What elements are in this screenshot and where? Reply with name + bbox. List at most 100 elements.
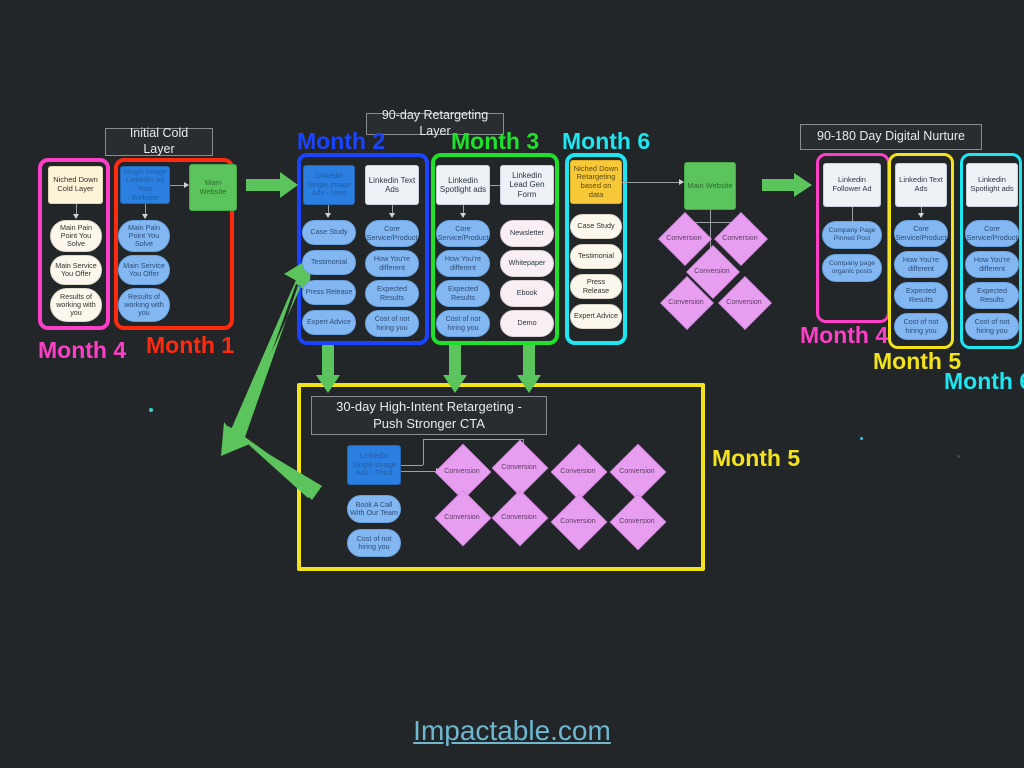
node-linkedin-text-ads-nurture[interactable]: Linkedin Text Ads	[895, 163, 947, 207]
connector-arrow-icon	[918, 213, 924, 218]
node-expected-results-nurture-m5[interactable]: Expected Results	[894, 282, 948, 309]
node-label: Linkedin Single Image Ads - User	[307, 171, 351, 198]
node-label: Linkedin Text Ads	[368, 175, 416, 194]
node-label: Testimonial	[578, 251, 614, 261]
node-main-pain-point-you-solve-blue[interactable]: Main Pain Point You Solve	[118, 220, 170, 252]
node-label: Core Service/Product	[366, 224, 418, 242]
month-label-month-6-left: Month 6	[562, 128, 651, 154]
month-label-month-6-right: Month 6	[944, 368, 1024, 394]
node-expected-results-m2[interactable]: Expected Results	[365, 280, 419, 307]
node-newsletter[interactable]: Newsletter	[500, 220, 554, 247]
node-main-website-m6[interactable]: Main Website	[684, 162, 736, 210]
node-press-release-m6[interactable]: Press Release	[570, 274, 622, 299]
node-label: Newsletter	[510, 228, 544, 238]
connector-line	[423, 439, 523, 440]
node-results-of-working-with-you[interactable]: Results of working with you	[50, 288, 102, 322]
node-label: Cost of not hiring you	[356, 533, 392, 551]
node-label: Press Release	[305, 287, 353, 297]
node-ebook[interactable]: Ebook	[500, 280, 554, 307]
node-main-pain-point-you-solve[interactable]: Main Pain Point You Solve	[50, 220, 102, 252]
node-label: Linkedin Single Image Ads - Third	[352, 451, 396, 478]
node-testimonial[interactable]: Testimonial	[302, 250, 356, 275]
node-core-service-product-nurture-m6[interactable]: Core Service/Product	[965, 220, 1019, 247]
node-label: Case Study	[310, 227, 348, 237]
month-label-month-4-left: Month 4	[38, 337, 127, 363]
connector-arrow-icon	[73, 214, 79, 219]
node-single-image-linkedin-ad[interactable]: Single Image Linkedin ad Your Website	[120, 166, 170, 204]
node-label: Single Image Linkedin ad Your Website	[123, 166, 167, 202]
node-label: Niched Down Cold Layer	[53, 175, 98, 193]
connector-arrow-icon	[460, 213, 466, 218]
node-label: Core Service/Product	[966, 224, 1018, 242]
connector-arrow-icon	[325, 213, 331, 218]
connector-line	[423, 439, 424, 465]
node-how-youre-different-m2[interactable]: How You're different	[365, 250, 419, 277]
node-linkedin-spotlight-ads-m3[interactable]: Linkedin Spotlight ads	[436, 165, 490, 205]
node-niched-down-cold-layer[interactable]: Niched Down Cold Layer	[48, 166, 103, 204]
node-label: Book A Call With Our Team	[350, 499, 398, 517]
node-label: Main Pain Point You Solve	[60, 222, 92, 249]
node-cost-of-not-hiring-you-bottom[interactable]: Cost of not hiring you	[347, 529, 401, 557]
caption-initial-cold-layer: Initial Cold Layer	[105, 126, 213, 156]
node-label: Results of working with you	[56, 291, 96, 318]
node-main-service-you-offer-blue[interactable]: Main Service You Offer	[118, 255, 170, 285]
flow-arrow-m2-down	[316, 345, 340, 393]
node-press-release[interactable]: Press Release	[302, 280, 356, 305]
node-core-service-product-nurture-m5[interactable]: Core Service/Product	[894, 220, 948, 247]
node-cost-of-not-hiring-you-nurture-m6[interactable]: Cost of not hiring you	[965, 313, 1019, 340]
node-linkedin-text-ads-m2[interactable]: Linkedin Text Ads	[365, 165, 419, 205]
node-label: How You're different	[973, 255, 1011, 273]
node-expected-results-nurture-m6[interactable]: Expected Results	[965, 282, 1019, 309]
node-core-service-product-m3[interactable]: Core Service/Product	[436, 220, 490, 247]
flow-arrow-m6-down	[517, 345, 541, 393]
node-case-study-m6[interactable]: Case Study	[570, 214, 622, 239]
node-linkedin-spotlight-ads-nurture[interactable]: Linkedin Spotlight ads	[966, 163, 1018, 207]
node-label: How You're different	[444, 254, 482, 272]
node-linkedin-single-image-ads-third[interactable]: Linkedin Single Image Ads - Third	[347, 445, 401, 485]
node-expert-advice[interactable]: Expert Advice	[302, 310, 356, 335]
node-linkedin-follower-ad[interactable]: Linkedin Follower Ad	[823, 163, 881, 207]
footer: Impactable.com	[0, 715, 1024, 747]
node-main-website-cold[interactable]: Main Website	[189, 164, 237, 211]
node-label: Results of working with you	[124, 291, 164, 318]
node-company-page-organic-posts[interactable]: Company page organic posts	[822, 254, 882, 282]
node-how-youre-different-nurture-m6[interactable]: How You're different	[965, 251, 1019, 278]
node-label: Linkedin Spotlight ads	[970, 175, 1014, 193]
month-label-month-5-bottom: Month 5	[712, 445, 801, 471]
node-testimonial-m6[interactable]: Testimonial	[570, 244, 622, 269]
node-niched-down-retargeting-based-on-data[interactable]: Niched Down Retargeting based on data	[570, 160, 622, 204]
decor-dot-3	[957, 455, 960, 458]
node-how-youre-different-m3[interactable]: How You're different	[436, 250, 490, 277]
footer-link-impactable[interactable]: Impactable.com	[413, 715, 611, 746]
node-label: Cost of not hiring you	[903, 317, 939, 335]
month-label-month-4-right: Month 4	[800, 322, 889, 348]
node-core-service-product-m2[interactable]: Core Service/Product	[365, 220, 419, 247]
node-label: Demo	[517, 318, 537, 328]
node-label: Niched Down Retargeting based on data	[573, 163, 619, 199]
node-label: Ebook	[516, 288, 538, 298]
node-cost-of-not-hiring-you-nurture-m5[interactable]: Cost of not hiring you	[894, 313, 948, 340]
node-linkedin-lead-gen-form[interactable]: Linkedin Lead Gen Form	[500, 165, 554, 205]
node-label: Main Service You Offer	[55, 260, 97, 278]
node-expected-results-m3[interactable]: Expected Results	[436, 280, 490, 307]
node-cost-of-not-hiring-you-m2[interactable]: Cost of not hiring you	[365, 310, 419, 337]
caption-90-180-day-digital-nurture: 90-180 Day Digital Nurture	[800, 124, 982, 150]
node-expert-advice-m6[interactable]: Expert Advice	[570, 304, 622, 329]
node-company-page-pinned-post[interactable]: Company Page Pinned Post	[822, 221, 882, 249]
caption-text: Initial Cold Layer	[129, 126, 189, 156]
connector-line	[710, 210, 711, 222]
node-case-study[interactable]: Case Study	[302, 220, 356, 245]
node-label: Whitepaper	[508, 258, 546, 268]
node-label: How You're different	[902, 255, 940, 273]
node-main-service-you-offer[interactable]: Main Service You Offer	[50, 255, 102, 285]
node-whitepaper[interactable]: Whitepaper	[500, 250, 554, 277]
node-demo[interactable]: Demo	[500, 310, 554, 337]
node-label: Cost of not hiring you	[374, 314, 410, 332]
node-results-of-working-with-you-blue[interactable]: Results of working with you	[118, 288, 170, 322]
node-cost-of-not-hiring-you-m3[interactable]: Cost of not hiring you	[436, 310, 490, 337]
node-label: Linkedin Spotlight ads	[439, 175, 487, 194]
node-how-youre-different-nurture-m5[interactable]: How You're different	[894, 251, 948, 278]
month-label-month-3: Month 3	[451, 128, 540, 154]
node-book-a-call-with-our-team[interactable]: Book A Call With Our Team	[347, 495, 401, 523]
node-linkedin-single-image-ads-user[interactable]: Linkedin Single Image Ads - User	[303, 165, 355, 205]
